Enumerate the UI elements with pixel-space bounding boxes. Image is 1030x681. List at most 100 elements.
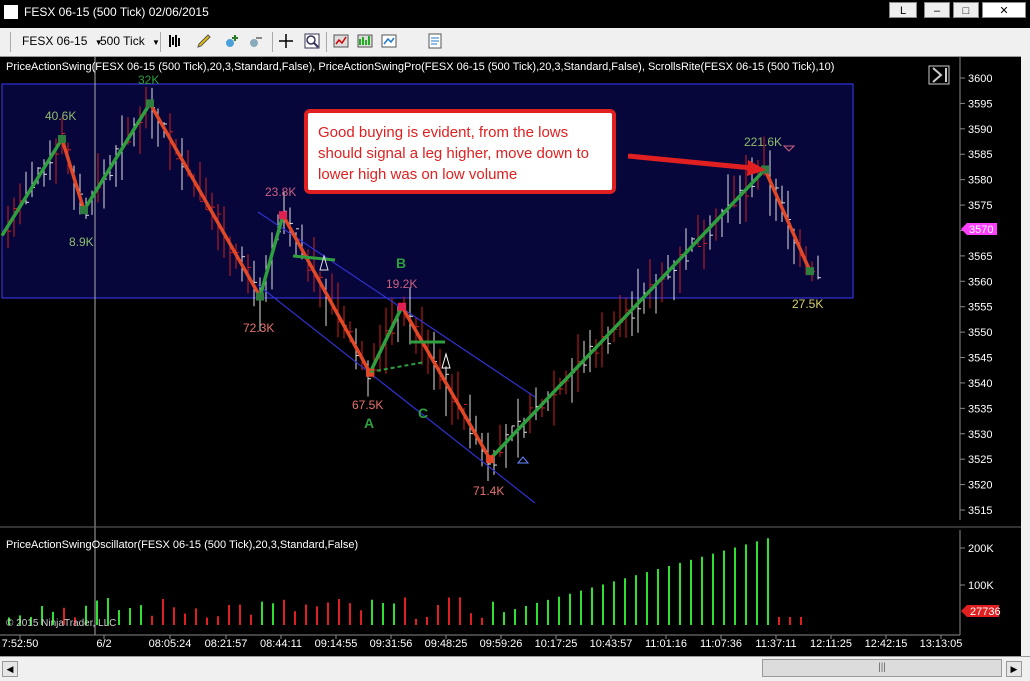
time-tick-label: 09:14:55 (315, 638, 358, 650)
zoom-icon[interactable] (304, 33, 320, 49)
crosshair-icon[interactable] (278, 33, 294, 49)
price-tick-label: 3590 (968, 124, 992, 136)
instrument-label: FESX 06-15 (22, 34, 88, 48)
oscillator-bar (382, 603, 384, 625)
oscillator-bar (415, 618, 417, 625)
interval-selector[interactable]: 500 Tick ▼ (100, 34, 160, 48)
swing-label: 27.5K (792, 297, 823, 311)
oscillator-bar (591, 587, 593, 625)
abc-dashed-line (369, 361, 426, 373)
swing-label: 40.6K (45, 109, 76, 123)
data-box-icon[interactable] (427, 33, 443, 49)
oscillator-tick: 200K (968, 543, 994, 555)
crosshair-plus-icon[interactable] (224, 33, 240, 49)
oscillator-bar (283, 599, 285, 625)
time-tick-label: 12:11:25 (810, 638, 852, 650)
bar-type-icon[interactable] (167, 33, 183, 49)
oscillator-bar (338, 599, 340, 625)
scroll-left-button[interactable]: ◀ (2, 661, 18, 677)
crosshair-minus-icon[interactable] (248, 33, 264, 49)
time-tick-label: 11:37:11 (755, 638, 796, 650)
swing-point-marker (256, 292, 264, 301)
time-tick-label: 09:59:26 (480, 638, 523, 650)
oscillator-bar (162, 598, 164, 625)
price-tick-label: 3575 (968, 200, 992, 212)
oscillator-bar (569, 593, 571, 625)
price-tick-label: 3555 (968, 302, 992, 314)
time-tick-label: 11:01:16 (645, 638, 687, 650)
oscillator-bar (305, 604, 307, 625)
panel-toggle-icon[interactable] (928, 65, 950, 85)
price-tick-label: 3585 (968, 149, 992, 161)
vertical-scrollbar[interactable] (1021, 56, 1030, 656)
oscillator-bar (745, 544, 747, 625)
oscillator-bar (140, 605, 142, 625)
ninjatrader-app-icon (4, 5, 18, 19)
oscillator-bar (657, 569, 659, 625)
oscillator-bar (734, 547, 736, 625)
price-axis: 3600 3595 3590 3585 3580 3575 3570 3565 3560 3555… (960, 73, 992, 517)
oscillator-bar (514, 609, 516, 625)
toolbar-separator (272, 32, 273, 52)
oscillator-bar (239, 604, 241, 625)
oscillator-bar (316, 606, 318, 625)
up-arrow-icon (441, 352, 451, 369)
minimize-button[interactable]: – (924, 2, 950, 18)
chevron-down-icon: ▼ (152, 38, 160, 47)
oscillator-bar (789, 617, 791, 625)
chart-properties-icon[interactable] (381, 33, 397, 49)
price-tick-label: 3595 (968, 98, 992, 110)
oscillator-bar (272, 603, 274, 625)
oscillator-bar (547, 599, 549, 625)
swing-point-marker (146, 99, 154, 108)
oscillator-bar (679, 562, 681, 625)
maximize-button[interactable]: □ (953, 2, 979, 18)
time-tick-label: 13:13:05 (920, 638, 963, 650)
instrument-selector[interactable]: FESX 06-15 ▼ (22, 34, 103, 48)
strategy-icon[interactable] (333, 33, 349, 49)
oscillator-bar (525, 606, 527, 625)
swing-point-marker (806, 267, 814, 276)
time-axis: 7:52:50 6/2 08:05:24 08:21:57 08:44:11 09:14:… (2, 635, 963, 650)
window-title: FESX 06-15 (500 Tick) 02/06/2015 (24, 5, 209, 19)
oscillator-bar (129, 607, 131, 625)
swing-label: 32K (138, 73, 159, 87)
indicator-icon[interactable] (357, 33, 373, 49)
time-tick-label: 6/2 (96, 638, 111, 650)
price-tick-label: 3600 (968, 73, 992, 85)
oscillator-bar (558, 596, 560, 625)
oscillator-bar (261, 601, 263, 625)
price-tick-label: 3540 (968, 378, 992, 390)
oscillator-bar (712, 553, 714, 625)
price-tick-label: 3525 (968, 454, 992, 466)
oscillator-value-label: 27736 (970, 606, 1001, 618)
swing-label: 221.6K (744, 135, 782, 149)
oscillator-bar (404, 597, 406, 625)
oscillator-bar (492, 601, 494, 625)
current-price-label: 3570 (969, 224, 993, 236)
oscillator-bar (624, 578, 626, 625)
link-button[interactable]: L (889, 2, 917, 18)
oscillator-bar (360, 610, 362, 625)
price-tick-label: 3535 (968, 403, 992, 415)
time-tick-label: 09:48:25 (425, 638, 468, 650)
scroll-right-button[interactable]: ▶ (1006, 661, 1022, 677)
time-tick-label: 08:21:57 (205, 638, 248, 650)
close-button[interactable]: ✕ (982, 2, 1026, 18)
price-tick-label: 3560 (968, 276, 992, 288)
scroll-thumb[interactable]: ||| (762, 659, 1002, 677)
oscillator-bar (250, 614, 252, 625)
title-bar: FESX 06-15 (500 Tick) 02/06/2015 L – □ ✕ (0, 0, 1030, 24)
wave-label-a: A (364, 415, 374, 431)
swing-label: 72.3K (243, 321, 274, 335)
draw-pencil-icon[interactable] (196, 33, 212, 49)
current-price-marker: 3570 (961, 223, 997, 236)
oscillator-bar (151, 615, 153, 625)
swing-point-marker (366, 368, 374, 377)
toolbar-grip (10, 32, 11, 52)
swing-point-marker (80, 206, 88, 215)
copyright-text: © 2015 NinjaTrader, LLC (6, 618, 116, 629)
price-tick-label: 3550 (968, 327, 992, 339)
horizontal-scrollbar[interactable]: ◀ ||| ▶ (0, 656, 1030, 681)
annotation-callout: Good buying is evident, from the lows sh… (304, 109, 616, 194)
